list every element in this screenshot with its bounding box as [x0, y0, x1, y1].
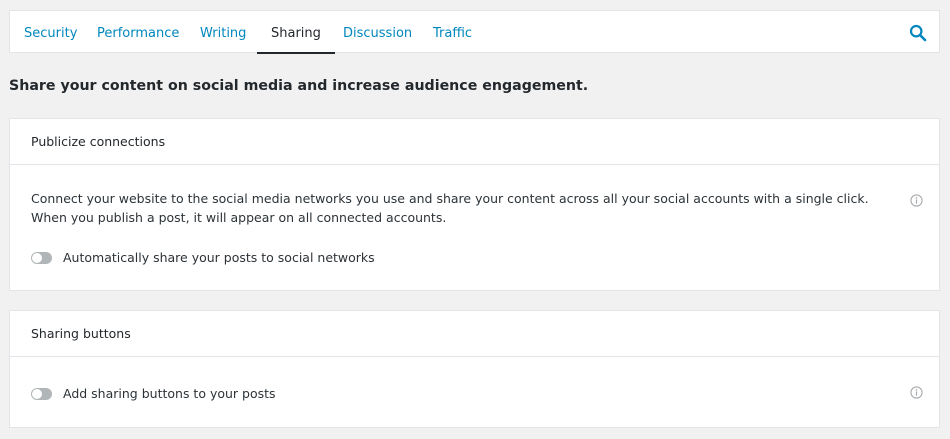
publicize-toggle-label: Automatically share your posts to social…: [63, 250, 375, 265]
tab-performance[interactable]: Performance: [97, 11, 179, 53]
publicize-toggle-row[interactable]: Automatically share your posts to social…: [31, 250, 375, 265]
sharing-buttons-toggle-row[interactable]: Add sharing buttons to your posts: [31, 386, 276, 401]
sharing-buttons-toggle[interactable]: [31, 387, 52, 400]
tab-writing[interactable]: Writing: [200, 11, 246, 53]
tab-security[interactable]: Security: [24, 11, 77, 53]
search-icon[interactable]: [909, 24, 927, 42]
sharing-buttons-card-title: Sharing buttons: [10, 311, 939, 357]
publicize-description: Connect your website to the social media…: [31, 191, 869, 225]
publicize-toggle[interactable]: [31, 251, 52, 264]
page-lead-text: Share your content on social media and i…: [9, 78, 589, 94]
sharing-buttons-toggle-label: Add sharing buttons to your posts: [63, 386, 276, 401]
tab-discussion[interactable]: Discussion: [343, 11, 412, 53]
info-icon[interactable]: [910, 192, 923, 207]
publicize-card-title: Publicize connections: [10, 119, 939, 165]
tab-sharing[interactable]: Sharing: [257, 11, 335, 54]
section-nav: Security Performance Writing Sharing Dis…: [9, 10, 940, 54]
info-icon[interactable]: [910, 384, 923, 399]
tab-traffic[interactable]: Traffic: [433, 11, 472, 53]
sharing-buttons-card: Sharing buttons Add sharing buttons to y…: [9, 310, 940, 428]
publicize-card: Publicize connections Connect your websi…: [9, 118, 940, 291]
